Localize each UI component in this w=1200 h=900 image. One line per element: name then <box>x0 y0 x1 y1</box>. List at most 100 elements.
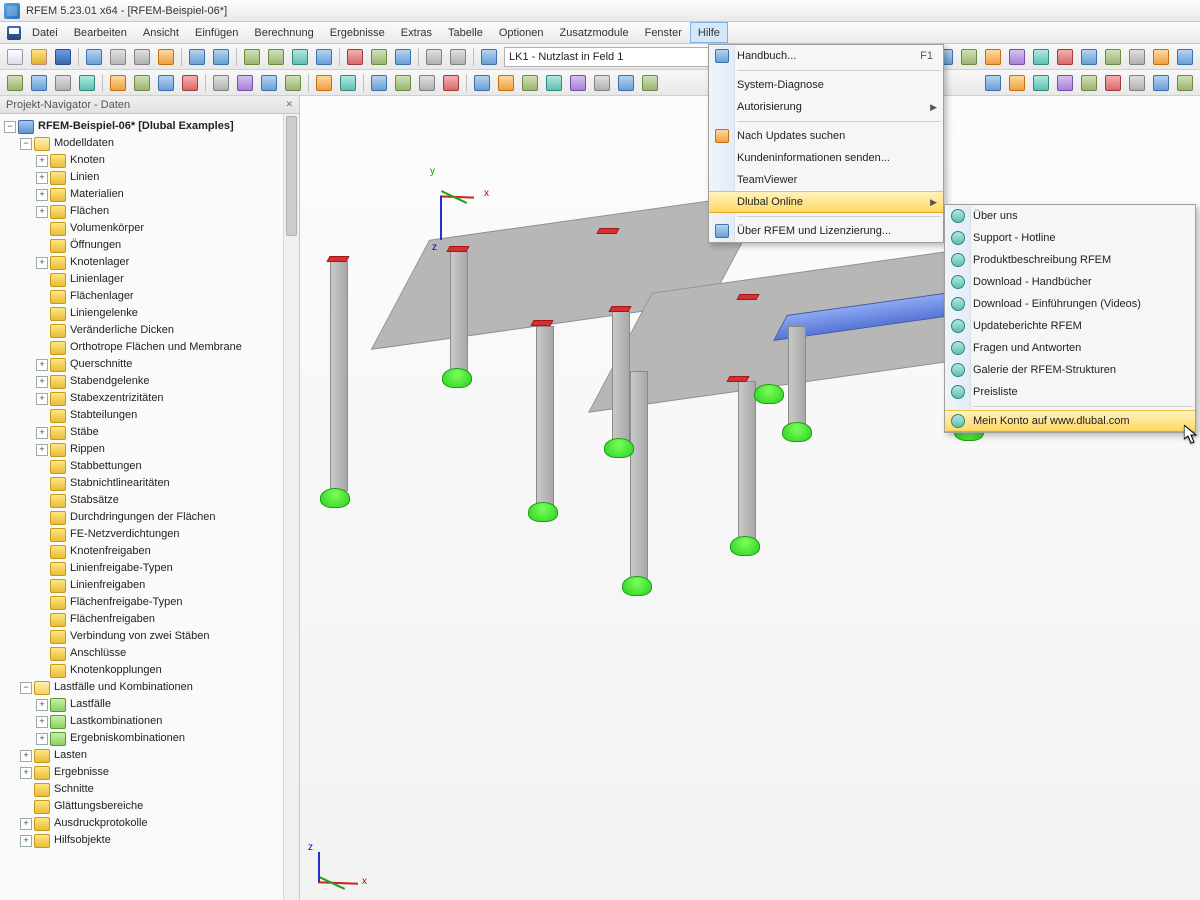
tb2-17[interactable] <box>416 72 438 94</box>
navigator-close-icon[interactable]: ✕ <box>285 99 293 110</box>
menu-hilfe[interactable]: Hilfe <box>690 22 728 43</box>
tb-btn-6[interactable] <box>265 46 287 68</box>
scrollbar-thumb[interactable] <box>286 116 297 236</box>
tree-item[interactable]: +Knotenlager <box>0 254 299 271</box>
loadcase-dropdown[interactable]: LK1 - Nutzlast in Feld 1 ▾ <box>504 47 720 67</box>
tb2-1[interactable] <box>4 72 26 94</box>
tb2-r1[interactable] <box>982 72 1004 94</box>
tree-item[interactable]: Stabteilungen <box>0 407 299 424</box>
tree-item[interactable]: +Linien <box>0 169 299 186</box>
tb-btn-5[interactable] <box>241 46 263 68</box>
expand-toggle[interactable]: − <box>4 121 16 133</box>
menu-optionen[interactable]: Optionen <box>491 22 552 43</box>
tb-btn-9[interactable] <box>344 46 366 68</box>
dlubal-submenu-item[interactable]: Preisliste <box>945 381 1195 403</box>
expand-toggle[interactable]: + <box>36 444 48 456</box>
menu-ergebnisse[interactable]: Ergebnisse <box>322 22 393 43</box>
tb2-r8[interactable] <box>1150 72 1172 94</box>
help-menu-item[interactable]: TeamViewer <box>709 169 943 191</box>
menu-tabelle[interactable]: Tabelle <box>440 22 491 43</box>
expand-toggle[interactable]: − <box>20 682 32 694</box>
tb2-23[interactable] <box>567 72 589 94</box>
tree-item[interactable]: +Ergebniskombinationen <box>0 730 299 747</box>
tb2-r7[interactable] <box>1126 72 1148 94</box>
tb2-21[interactable] <box>519 72 541 94</box>
tree-item[interactable]: Knotenfreigaben <box>0 543 299 560</box>
expand-toggle[interactable]: + <box>36 206 48 218</box>
tree-item[interactable]: +Stäbe <box>0 424 299 441</box>
tb-lc-icon[interactable] <box>478 46 500 68</box>
tb-btn-7[interactable] <box>289 46 311 68</box>
tree-item[interactable]: Linienfreigabe-Typen <box>0 560 299 577</box>
dlubal-submenu-item[interactable]: Updateberichte RFEM <box>945 315 1195 337</box>
tree-item[interactable]: +Flächen <box>0 203 299 220</box>
tree-item[interactable]: +Rippen <box>0 441 299 458</box>
tb-r5[interactable] <box>1030 46 1052 68</box>
tree-item[interactable]: +Lastkombinationen <box>0 713 299 730</box>
tree-item[interactable]: +Querschnitte <box>0 356 299 373</box>
tb-r11[interactable] <box>1174 46 1196 68</box>
tb2-r4[interactable] <box>1054 72 1076 94</box>
tb2-26[interactable] <box>639 72 661 94</box>
dlubal-submenu-item[interactable]: Produktbeschreibung RFEM <box>945 249 1195 271</box>
tree-item[interactable]: Schnitte <box>0 781 299 798</box>
tb2-19[interactable] <box>471 72 493 94</box>
tb2-4[interactable] <box>76 72 98 94</box>
help-menu-item[interactable]: System-Diagnose <box>709 74 943 96</box>
tb-btn-3[interactable] <box>131 46 153 68</box>
tb-redo[interactable] <box>210 46 232 68</box>
tree-item[interactable]: Flächenlager <box>0 288 299 305</box>
expand-toggle[interactable]: + <box>20 767 32 779</box>
expand-toggle[interactable]: + <box>36 699 48 711</box>
tb-btn-8[interactable] <box>313 46 335 68</box>
app-menu-icon[interactable] <box>4 22 24 43</box>
tb-btn-13[interactable] <box>447 46 469 68</box>
tb2-r3[interactable] <box>1030 72 1052 94</box>
tb2-r9[interactable] <box>1174 72 1196 94</box>
tb2-r6[interactable] <box>1102 72 1124 94</box>
tb-r9[interactable] <box>1126 46 1148 68</box>
expand-toggle[interactable]: + <box>36 189 48 201</box>
tree-item[interactable]: Verbindung von zwei Stäben <box>0 628 299 645</box>
tree-item[interactable]: Volumenkörper <box>0 220 299 237</box>
dlubal-submenu-item[interactable]: Mein Konto auf www.dlubal.com <box>945 410 1195 432</box>
tb-btn-11[interactable] <box>392 46 414 68</box>
tb-r10[interactable] <box>1150 46 1172 68</box>
tb2-12[interactable] <box>282 72 304 94</box>
tb-new[interactable] <box>4 46 26 68</box>
tb-r3[interactable] <box>982 46 1004 68</box>
tb2-7[interactable] <box>155 72 177 94</box>
tb2-10[interactable] <box>234 72 256 94</box>
tb2-5[interactable] <box>107 72 129 94</box>
expand-toggle[interactable]: + <box>20 750 32 762</box>
navigator-scrollbar[interactable] <box>283 114 299 900</box>
menu-extras[interactable]: Extras <box>393 22 440 43</box>
tree-item[interactable]: Stabnichtlinearitäten <box>0 475 299 492</box>
tree-item[interactable]: +Stabexzentrizitäten <box>0 390 299 407</box>
tb2-13[interactable] <box>313 72 335 94</box>
tb-open[interactable] <box>28 46 50 68</box>
help-menu-item[interactable]: Über RFEM und Lizenzierung... <box>709 220 943 242</box>
tree-item[interactable]: Anschlüsse <box>0 645 299 662</box>
expand-toggle[interactable]: + <box>20 835 32 847</box>
expand-toggle[interactable]: + <box>36 427 48 439</box>
tb-r6[interactable] <box>1054 46 1076 68</box>
tb2-8[interactable] <box>179 72 201 94</box>
tree-item[interactable]: +Stabendgelenke <box>0 373 299 390</box>
tb-btn-2[interactable] <box>107 46 129 68</box>
menu-datei[interactable]: Datei <box>24 22 66 43</box>
help-menu-item[interactable]: Nach Updates suchen <box>709 125 943 147</box>
tb-r4[interactable] <box>1006 46 1028 68</box>
tree-item[interactable]: +Knoten <box>0 152 299 169</box>
tree-item[interactable]: Flächenfreigabe-Typen <box>0 594 299 611</box>
tree-item[interactable]: −Modelldaten <box>0 135 299 152</box>
tree-item[interactable]: Linienlager <box>0 271 299 288</box>
tree-item[interactable]: Glättungsbereiche <box>0 798 299 815</box>
help-menu-item[interactable]: Dlubal Online▶ <box>709 191 943 213</box>
menu-einfuegen[interactable]: Einfügen <box>187 22 246 43</box>
tb-r2[interactable] <box>958 46 980 68</box>
tree-item[interactable]: Stabsätze <box>0 492 299 509</box>
expand-toggle[interactable]: + <box>36 257 48 269</box>
dlubal-submenu-item[interactable]: Über uns <box>945 205 1195 227</box>
tb2-3[interactable] <box>52 72 74 94</box>
